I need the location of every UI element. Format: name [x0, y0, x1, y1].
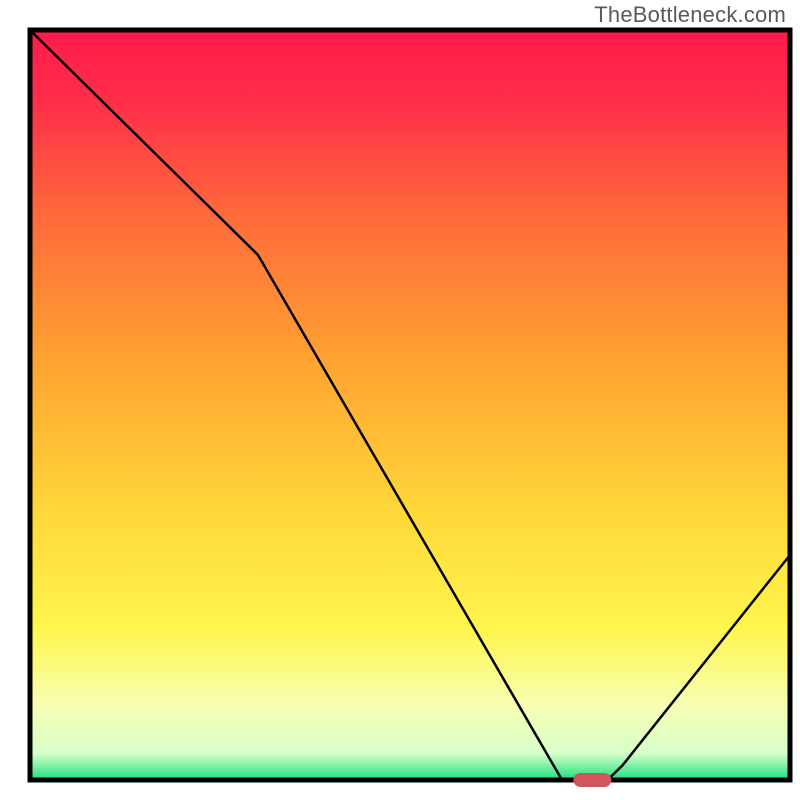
chart-container: TheBottleneck.com — [0, 0, 800, 800]
bottleneck-chart — [0, 0, 800, 800]
watermark-label: TheBottleneck.com — [594, 2, 786, 28]
current-point-marker — [573, 773, 611, 787]
